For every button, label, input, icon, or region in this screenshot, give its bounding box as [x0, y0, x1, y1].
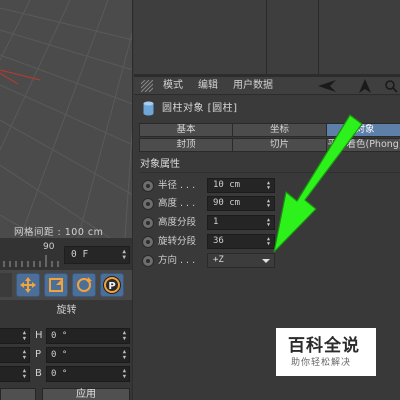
section-object-properties: 对象属性: [140, 157, 400, 173]
coordinate-mode-dropdown[interactable]: [0, 388, 36, 400]
height-value: 90 cm: [213, 198, 241, 208]
menu-user-data[interactable]: 用户数据: [233, 80, 273, 92]
rotation-spin-p[interactable]: ▲ ▼: [123, 349, 126, 361]
rotation-row-p: ▲ ▼ P 0 ° ▲ ▼: [0, 347, 133, 363]
perspective-grid: [0, 0, 132, 238]
tab-slice[interactable]: 切片: [232, 138, 327, 152]
rotation-header: 旋转: [56, 305, 77, 316]
menu-mode[interactable]: 模式: [163, 80, 183, 92]
up-arrow-icon[interactable]: [358, 78, 372, 94]
3d-viewport[interactable]: 网格间距 : 100 cm: [0, 0, 133, 238]
tab-basic[interactable]: 基本: [139, 123, 233, 137]
radius-value: 10 cm: [213, 180, 241, 190]
rotation-row-h: ▲ ▼ H 0 ° ▲ ▼: [0, 328, 133, 344]
search-icon[interactable]: [384, 78, 398, 94]
render-tool-button[interactable]: P: [100, 273, 124, 297]
watermark-subtitle: 助你轻松解决: [291, 358, 352, 368]
rotation-spin-b[interactable]: ▲ ▼: [123, 368, 126, 380]
rotation-value-h: 0 °: [51, 331, 68, 341]
tab-coordinates[interactable]: 坐标: [232, 123, 327, 137]
tab-phong[interactable]: 平滑着色(Phong): [326, 138, 400, 152]
rotation-field-p[interactable]: 0 ° ▲ ▼: [46, 347, 130, 363]
radius-spin[interactable]: ▲ ▼: [267, 181, 270, 191]
orientation-dropdown[interactable]: +Z: [207, 253, 275, 268]
cylinder-icon: [143, 101, 154, 116]
menu-edit[interactable]: 编辑: [198, 80, 218, 92]
orientation-label: 方向 . . .: [158, 255, 196, 266]
watermark-title: 百科全说: [288, 336, 360, 356]
height-segments-label: 高度分段: [158, 217, 197, 228]
scale-icon: [49, 278, 63, 292]
orientation-animate-toggle[interactable]: [142, 255, 154, 267]
height-label: 高度 . . .: [158, 198, 196, 209]
height-animate-toggle[interactable]: [142, 198, 154, 210]
scale-tool-button[interactable]: [44, 273, 68, 297]
grid-spacing-label: 网格间距 : 100 cm: [14, 227, 104, 238]
rotation-value-p: 0 °: [51, 350, 68, 360]
timeline-marker-number: 90: [43, 242, 55, 252]
rotate-icon: [77, 277, 92, 292]
move-tool-button[interactable]: [16, 273, 40, 297]
position-field-b[interactable]: ▲ ▼: [0, 366, 30, 382]
rotate-tool-button[interactable]: [72, 273, 96, 297]
rotation-segments-value: 36: [213, 236, 224, 246]
rotation-segments-animate-toggle[interactable]: [142, 236, 154, 248]
rotation-field-b[interactable]: 0 ° ▲ ▼: [46, 366, 130, 382]
rotation-letter-h: H: [35, 330, 43, 341]
render-letter: P: [108, 281, 115, 292]
move-icon: [20, 277, 36, 293]
grip-icon[interactable]: [141, 80, 153, 92]
rotation-spin-h[interactable]: ▲ ▼: [123, 330, 126, 342]
chevron-down-icon: [262, 259, 270, 263]
rotation-segments-label: 旋转分段: [158, 236, 197, 247]
orientation-value: +Z: [213, 255, 224, 265]
rotation-value-b: 0 °: [51, 369, 68, 379]
apply-button[interactable]: 应用: [42, 388, 130, 400]
render-icon: P: [103, 276, 121, 294]
current-frame-field[interactable]: 0 F ▲ ▼: [64, 246, 130, 264]
timeline-ruler[interactable]: [0, 253, 63, 267]
position-field-h[interactable]: ▲ ▼: [0, 328, 30, 344]
rotation-field-h[interactable]: 0 ° ▲ ▼: [46, 328, 130, 344]
position-field-p[interactable]: ▲ ▼: [0, 347, 30, 363]
height-field[interactable]: 90 cm ▲ ▼: [207, 196, 275, 211]
height-spin[interactable]: ▲ ▼: [267, 199, 270, 209]
rotation-row-b: ▲ ▼ B 0 ° ▲ ▼: [0, 366, 133, 382]
object-manager-area[interactable]: [134, 0, 400, 74]
height-segments-field[interactable]: 1 ▲ ▼: [207, 215, 275, 230]
height-segments-spin[interactable]: ▲ ▼: [267, 218, 270, 228]
rotation-segments-spin[interactable]: ▲ ▼: [267, 237, 270, 247]
radius-field[interactable]: 10 cm ▲ ▼: [207, 178, 275, 193]
height-segments-value: 1: [213, 217, 219, 227]
rotation-letter-p: P: [35, 349, 42, 360]
current-frame-value: 0 F: [71, 249, 89, 260]
frame-spin-arrows[interactable]: ▲ ▼: [122, 249, 126, 261]
radius-animate-toggle[interactable]: [142, 180, 154, 192]
rotation-letter-b: B: [35, 368, 42, 379]
tab-caps[interactable]: 封顶: [139, 138, 233, 152]
panel-divider: [266, 0, 267, 74]
panel-divider: [318, 0, 319, 74]
toolbar-edge: [0, 273, 12, 297]
object-title: 圆柱对象 [圆柱]: [162, 103, 238, 114]
rotation-segments-field[interactable]: 36 ▲ ▼: [207, 234, 275, 249]
back-arrow-icon[interactable]: [316, 78, 338, 94]
radius-label: 半径 . . .: [158, 180, 196, 191]
tab-object[interactable]: 对象: [326, 123, 400, 137]
height-segments-animate-toggle[interactable]: [142, 217, 154, 229]
